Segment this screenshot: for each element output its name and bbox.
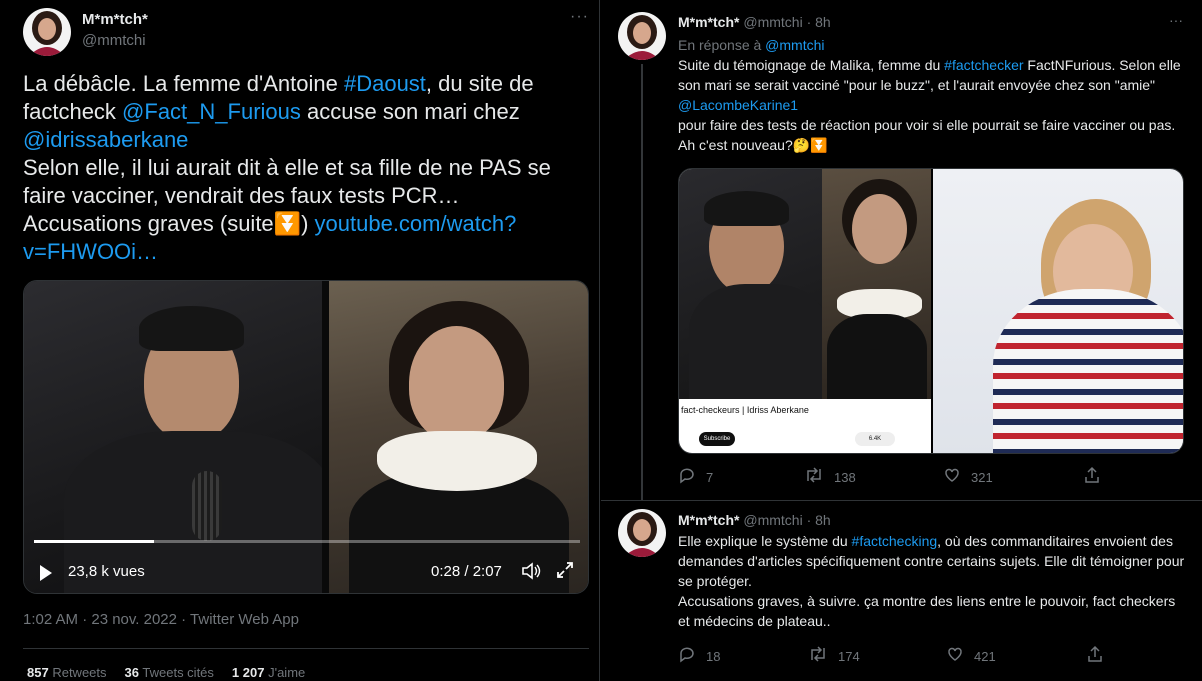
- subscribe-button: Subscribe: [699, 432, 735, 446]
- heart-icon: [946, 645, 964, 667]
- retweet-count: 174: [838, 648, 860, 664]
- tweet-timestamp[interactable]: 1:02 AM · 23 nov. 2022 · Twitter Web App: [23, 611, 299, 628]
- text-segment: pour faire des tests de réaction pour vo…: [678, 117, 1176, 153]
- video-player[interactable]: 23,8 k vues 0:28 / 2:07: [23, 280, 589, 594]
- reply-button[interactable]: 18: [678, 645, 720, 667]
- reply-to-label: En réponse à: [678, 37, 766, 53]
- tweet-media[interactable]: fact-checkeurs | Idriss Aberkane Subscri…: [678, 168, 1184, 454]
- text-segment: ): [301, 211, 315, 236]
- retweet-button[interactable]: 138: [804, 466, 856, 488]
- likes-stat[interactable]: 1 207 J'aime: [232, 665, 305, 680]
- share-button[interactable]: [1083, 466, 1101, 488]
- author-handle[interactable]: @mmtchi: [82, 32, 146, 49]
- heart-icon: [943, 466, 961, 488]
- avatar[interactable]: [618, 509, 666, 557]
- author-name[interactable]: M*m*tch*: [678, 14, 739, 30]
- like-button[interactable]: 321: [943, 466, 993, 488]
- retweets-count: 857: [27, 665, 49, 680]
- avatar[interactable]: [23, 8, 71, 56]
- media-image-left[interactable]: fact-checkeurs | Idriss Aberkane Subscri…: [679, 169, 931, 453]
- retweets-label: Retweets: [52, 665, 107, 680]
- mention-idrissaberkane[interactable]: @idrissaberkane: [23, 127, 188, 152]
- tweet-actions: 7 138 321: [678, 466, 1148, 486]
- video-controls: 23,8 k vues 0:28 / 2:07: [24, 549, 588, 589]
- hashtag-factchecking[interactable]: #factchecking: [852, 533, 938, 549]
- quotes-label: Tweets cités: [142, 665, 214, 680]
- tweet-header: M*m*tch* @mmtchi · 8h: [678, 14, 831, 30]
- text-segment: La débâcle. La femme d'Antoine: [23, 71, 344, 96]
- thread-line: [641, 64, 643, 500]
- author-handle[interactable]: @mmtchi: [743, 512, 802, 528]
- microphone: [192, 471, 222, 541]
- like-count: 421: [974, 648, 996, 664]
- mention-fact-n-furious[interactable]: @Fact_N_Furious: [122, 99, 301, 124]
- media-caption: fact-checkeurs | Idriss Aberkane: [681, 405, 809, 415]
- tweet-stats: 857 Retweets 36 Tweets cités 1 207 J'aim…: [27, 665, 305, 680]
- hashtag-factchecker[interactable]: #factchecker: [944, 57, 1023, 73]
- retweet-icon: [804, 466, 824, 488]
- tweet-header: M*m*tch* @mmtchi · 8h: [678, 512, 831, 528]
- retweets-stat[interactable]: 857 Retweets: [27, 665, 107, 680]
- reply-icon: [678, 645, 696, 667]
- likes-label: J'aime: [268, 665, 306, 680]
- text-segment: accuse son mari chez: [300, 99, 520, 124]
- video-progress-bar[interactable]: [34, 540, 580, 543]
- quotes-stat[interactable]: 36 Tweets cités: [125, 665, 214, 680]
- video-views: 23,8 k vues: [68, 563, 145, 580]
- like-button[interactable]: 421: [946, 645, 996, 667]
- reply-to-handle[interactable]: @mmtchi: [765, 37, 824, 53]
- reply-button[interactable]: 7: [678, 466, 713, 488]
- divider: [23, 648, 589, 649]
- mention-lacombekarine1[interactable]: @LacombeKarine1: [678, 97, 798, 113]
- video-time: 0:28 / 2:07: [431, 563, 502, 580]
- media-image-right[interactable]: [933, 169, 1183, 453]
- retweet-icon: [808, 645, 828, 667]
- text-segment: Elle explique le système du: [678, 533, 852, 549]
- quotes-count: 36: [124, 665, 139, 680]
- reply-count: 18: [706, 648, 721, 664]
- fullscreen-icon[interactable]: [555, 560, 575, 585]
- tweet-actions: 18 174 421: [678, 645, 1148, 665]
- video-frame-left: [24, 281, 334, 593]
- reply-count: 7: [706, 469, 714, 485]
- tweet-text: Elle explique le système du #factcheckin…: [678, 531, 1188, 631]
- share-icon: [1083, 466, 1101, 488]
- volume-icon[interactable]: [521, 562, 541, 585]
- main-tweet: M*m*tch* @mmtchi ··· La débâcle. La femm…: [0, 0, 600, 681]
- tweet-text: La débâcle. La femme d'Antoine #Daoust, …: [23, 70, 583, 266]
- text-segment: Accusations graves, à suivre. ça montre …: [678, 593, 1176, 629]
- likes-count: 1 207: [231, 665, 265, 680]
- tweet-text: En réponse à @mmtchi Suite du témoignage…: [678, 35, 1188, 155]
- text-segment: Suite du témoignage de Malika, femme du: [678, 57, 945, 73]
- video-progress-fill: [34, 540, 155, 543]
- video-frame-right: [329, 281, 588, 593]
- thread-tweet-1[interactable]: M*m*tch* @mmtchi · 8h ··· En réponse à @…: [601, 0, 1202, 500]
- share-button[interactable]: [1086, 645, 1104, 667]
- retweet-button[interactable]: 174: [808, 645, 860, 667]
- down-arrows-emoji-icon: ⏬: [273, 211, 302, 236]
- author-handle[interactable]: @mmtchi: [743, 14, 802, 30]
- share-icon: [1086, 645, 1104, 667]
- tweet-time[interactable]: · 8h: [807, 14, 831, 30]
- avatar[interactable]: [618, 12, 666, 60]
- hashtag-daoust[interactable]: #Daoust: [344, 71, 426, 96]
- retweet-count: 138: [834, 469, 856, 485]
- more-options-icon[interactable]: ···: [1169, 12, 1183, 28]
- more-options-icon[interactable]: ···: [570, 8, 589, 26]
- play-icon[interactable]: [40, 565, 52, 581]
- media-like-count: 6.4K: [855, 432, 895, 446]
- thread-panel: M*m*tch* @mmtchi · 8h ··· En réponse à @…: [601, 0, 1202, 681]
- thread-tweet-2[interactable]: M*m*tch* @mmtchi · 8h Elle explique le s…: [601, 500, 1202, 681]
- tweet-time[interactable]: · 8h: [807, 512, 831, 528]
- reply-icon: [678, 466, 696, 488]
- author-name[interactable]: M*m*tch*: [678, 512, 739, 528]
- author-name[interactable]: M*m*tch*: [82, 11, 148, 28]
- like-count: 321: [971, 469, 993, 485]
